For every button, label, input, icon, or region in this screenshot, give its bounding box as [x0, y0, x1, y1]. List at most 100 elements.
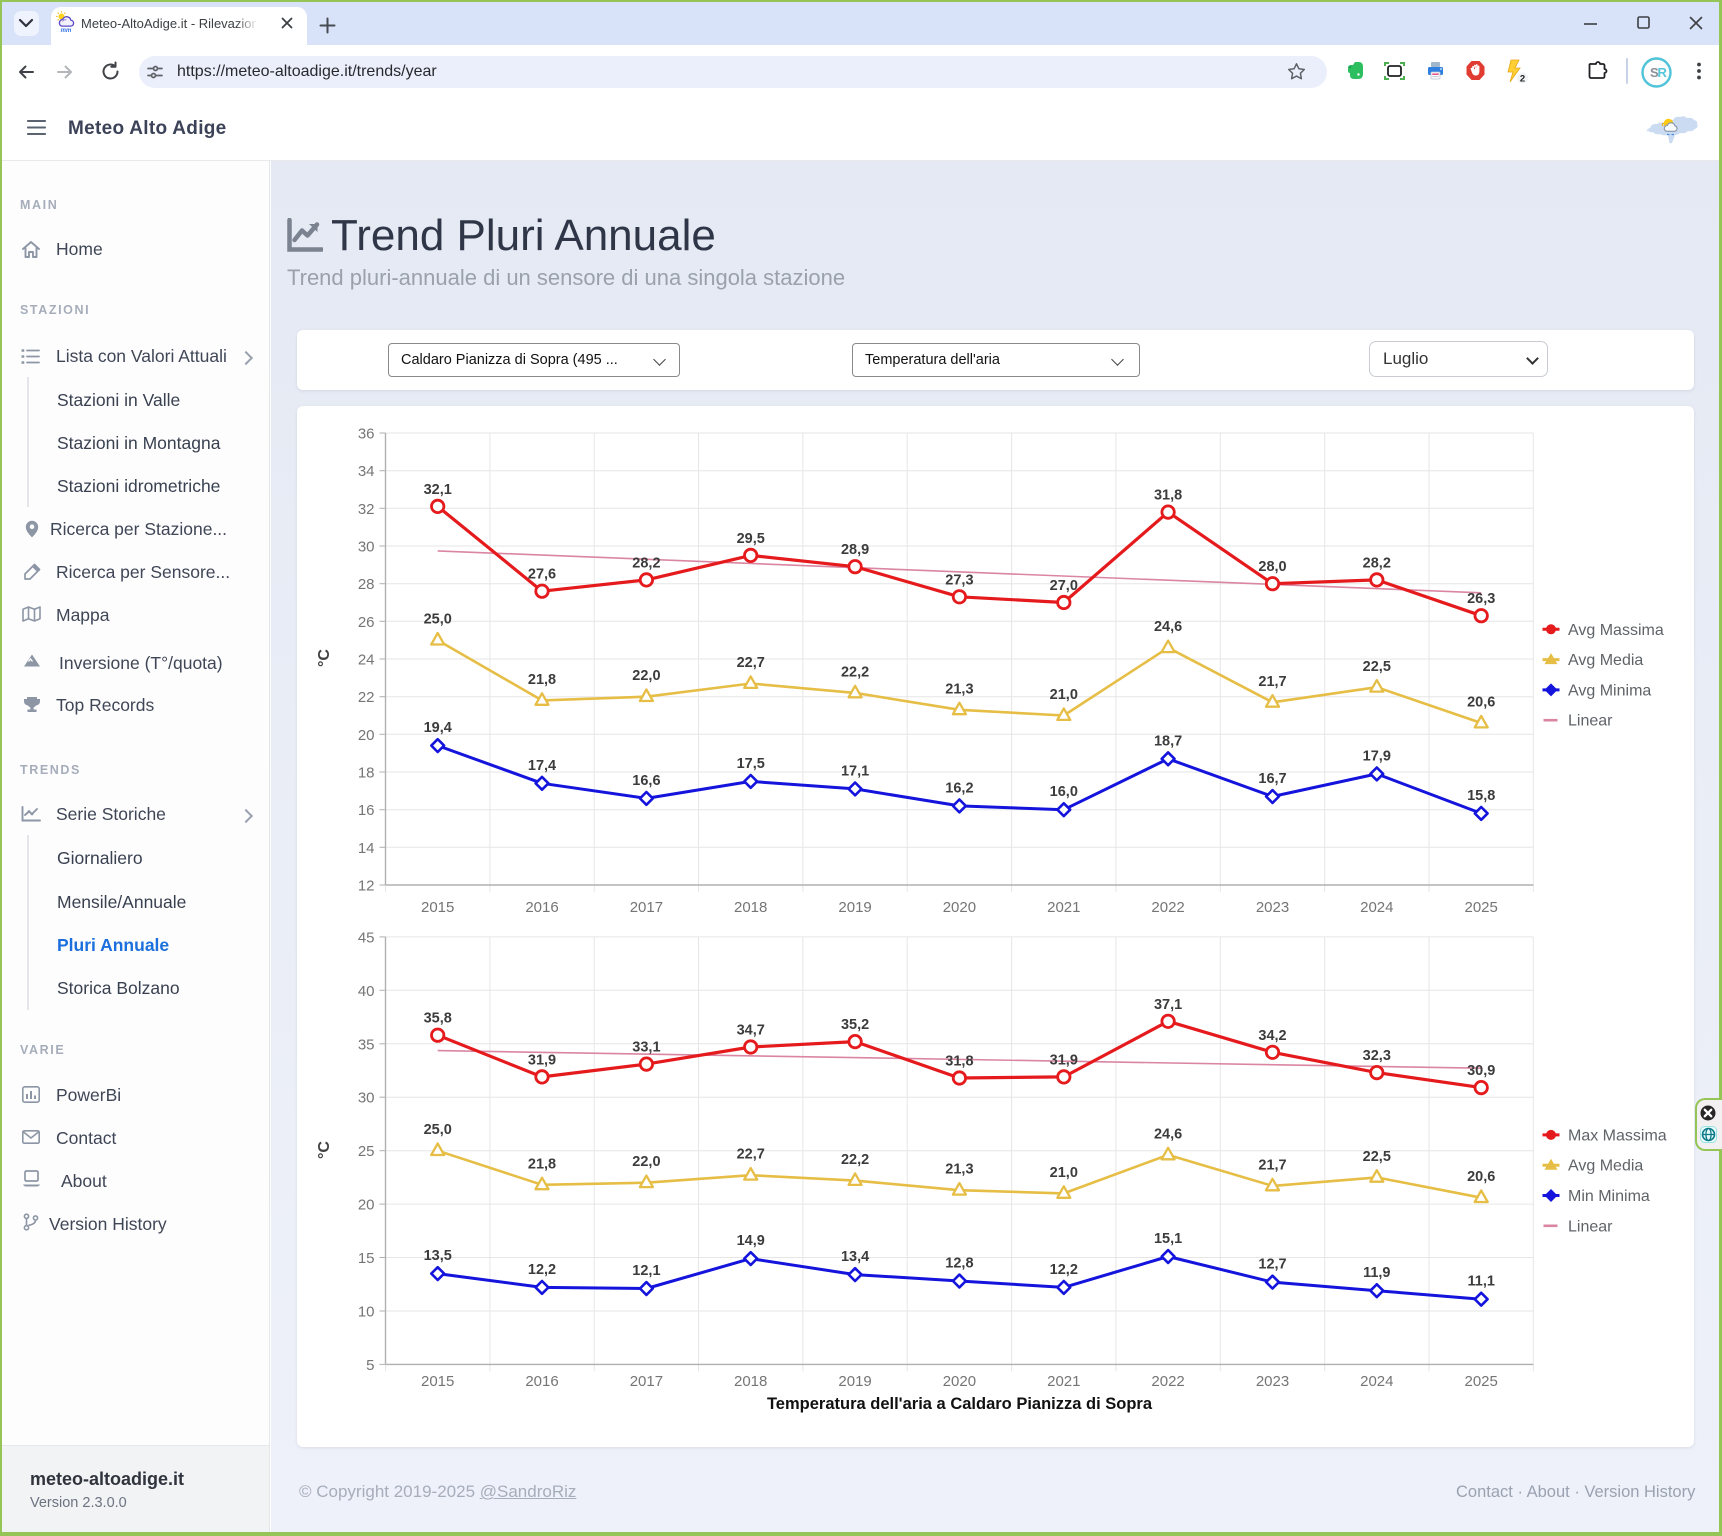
svg-text:2022: 2022 [1151, 1373, 1184, 1390]
svg-text:22,7: 22,7 [737, 655, 765, 671]
svg-text:21,3: 21,3 [945, 681, 973, 697]
svg-text:27,3: 27,3 [945, 572, 973, 588]
svg-text:2024: 2024 [1360, 899, 1393, 916]
svg-text:13,5: 13,5 [424, 1248, 452, 1264]
svg-text:31,8: 31,8 [1154, 488, 1182, 504]
svg-text:24,6: 24,6 [1154, 619, 1182, 635]
svg-text:37,1: 37,1 [1154, 997, 1182, 1013]
svg-text:Avg Massima: Avg Massima [1568, 622, 1664, 639]
svg-text:22,5: 22,5 [1363, 1149, 1391, 1165]
svg-text:21,0: 21,0 [1050, 687, 1078, 703]
svg-text:12: 12 [358, 878, 375, 895]
svg-text:16: 16 [358, 802, 375, 819]
svg-text:22,7: 22,7 [737, 1147, 765, 1163]
svg-text:27,6: 27,6 [528, 567, 556, 583]
svg-text:2023: 2023 [1256, 1373, 1289, 1390]
svg-text:29,5: 29,5 [737, 531, 765, 547]
svg-text:2024: 2024 [1360, 1373, 1393, 1390]
svg-text:12,2: 12,2 [528, 1262, 556, 1278]
svg-text:14: 14 [358, 840, 375, 857]
svg-text:25: 25 [358, 1143, 375, 1160]
svg-text:2020: 2020 [943, 899, 976, 916]
svg-text:Linear: Linear [1568, 1218, 1613, 1235]
svg-text:22,0: 22,0 [632, 1154, 660, 1170]
svg-text:15,8: 15,8 [1467, 788, 1495, 804]
svg-text:34: 34 [358, 463, 375, 480]
svg-text:°C: °C [316, 649, 333, 667]
svg-text:17,9: 17,9 [1363, 748, 1391, 764]
svg-text:31,9: 31,9 [528, 1052, 556, 1068]
svg-text:12,2: 12,2 [1050, 1262, 1078, 1278]
svg-text:19,4: 19,4 [424, 720, 452, 736]
svg-text:30: 30 [358, 539, 375, 556]
svg-text:2017: 2017 [630, 899, 663, 916]
svg-text:32: 32 [358, 501, 375, 518]
svg-text:Avg Media: Avg Media [1568, 1158, 1643, 1175]
svg-text:22,2: 22,2 [841, 1152, 869, 1168]
svg-text:21,7: 21,7 [1258, 1157, 1286, 1173]
svg-text:2015: 2015 [421, 899, 454, 916]
svg-text:14,9: 14,9 [737, 1233, 765, 1249]
svg-text:20: 20 [358, 727, 375, 744]
svg-text:12,7: 12,7 [1258, 1257, 1286, 1273]
svg-text:30,9: 30,9 [1467, 1063, 1495, 1079]
svg-text:30: 30 [358, 1090, 375, 1107]
svg-text:24: 24 [358, 652, 375, 669]
svg-text:32,3: 32,3 [1363, 1048, 1391, 1064]
svg-text:26,3: 26,3 [1467, 591, 1495, 607]
svg-text:35,8: 35,8 [424, 1011, 452, 1027]
svg-text:13,4: 13,4 [841, 1249, 869, 1265]
svg-text:15,1: 15,1 [1154, 1231, 1182, 1247]
svg-text:11,9: 11,9 [1363, 1265, 1390, 1281]
svg-text:Linear: Linear [1568, 713, 1613, 730]
svg-text:Max Massima: Max Massima [1568, 1127, 1667, 1144]
svg-text:2018: 2018 [734, 899, 767, 916]
svg-text:20,6: 20,6 [1467, 695, 1495, 711]
svg-text:28,2: 28,2 [632, 555, 660, 571]
svg-text:21,8: 21,8 [528, 1156, 556, 1172]
svg-text:22,0: 22,0 [632, 668, 660, 684]
svg-text:28: 28 [358, 576, 375, 593]
svg-text:16,6: 16,6 [632, 773, 660, 789]
svg-text:24,6: 24,6 [1154, 1126, 1182, 1142]
svg-text:2022: 2022 [1151, 899, 1184, 916]
svg-text:36: 36 [358, 426, 375, 443]
svg-text:2019: 2019 [838, 1373, 871, 1390]
svg-text:26: 26 [358, 614, 375, 631]
svg-text:2015: 2015 [421, 1373, 454, 1390]
svg-text:Temperatura dell'aria a Caldar: Temperatura dell'aria a Caldaro Pianizza… [767, 1395, 1153, 1413]
svg-text:16,7: 16,7 [1258, 771, 1286, 787]
svg-text:16,2: 16,2 [945, 780, 973, 796]
svg-text:17,5: 17,5 [737, 756, 765, 772]
svg-text:22,5: 22,5 [1363, 659, 1391, 675]
svg-text:35: 35 [358, 1036, 375, 1053]
svg-text:25,0: 25,0 [424, 612, 452, 628]
svg-text:33,1: 33,1 [632, 1040, 660, 1056]
svg-text:22: 22 [358, 689, 375, 706]
svg-text:12,1: 12,1 [632, 1263, 660, 1279]
svg-text:18,7: 18,7 [1154, 733, 1182, 749]
svg-text:28,9: 28,9 [841, 542, 869, 558]
svg-text:16,0: 16,0 [1050, 784, 1078, 800]
svg-text:45: 45 [358, 929, 375, 946]
svg-text:2025: 2025 [1465, 1373, 1498, 1390]
svg-text:31,9: 31,9 [1050, 1052, 1078, 1068]
svg-text:21,7: 21,7 [1258, 674, 1286, 690]
svg-text:Avg Minima: Avg Minima [1568, 682, 1651, 699]
svg-text:40: 40 [358, 983, 375, 1000]
svg-text:31,8: 31,8 [945, 1054, 973, 1070]
svg-text:28,2: 28,2 [1363, 555, 1391, 571]
svg-text:18: 18 [358, 765, 375, 782]
svg-text:2021: 2021 [1047, 899, 1080, 916]
svg-text:2018: 2018 [734, 1373, 767, 1390]
svg-text:34,2: 34,2 [1258, 1028, 1286, 1044]
svg-text:5: 5 [366, 1357, 374, 1374]
svg-text:27,0: 27,0 [1050, 578, 1078, 594]
svg-text:32,1: 32,1 [424, 482, 452, 498]
svg-text:34,7: 34,7 [737, 1023, 765, 1039]
svg-text:17,1: 17,1 [841, 763, 869, 779]
svg-text:17,4: 17,4 [528, 758, 556, 774]
svg-text:10: 10 [358, 1304, 375, 1321]
svg-text:°C: °C [316, 1141, 333, 1159]
svg-text:Min Minima: Min Minima [1568, 1188, 1650, 1205]
